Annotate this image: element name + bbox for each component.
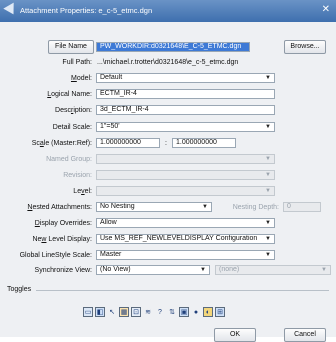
nesting-depth-field[interactable]: 0 xyxy=(283,202,321,212)
synchronize-view-dropdown[interactable]: (No View) ▼ xyxy=(96,265,210,275)
level-dropdown[interactable]: ▼ xyxy=(96,186,275,196)
model-label: Model: xyxy=(70,75,92,82)
display-overrides-value: Allow xyxy=(100,219,117,226)
cancel-button[interactable]: Cancel xyxy=(284,328,326,342)
logical-name-field[interactable]: ECTM_IR-4 xyxy=(96,89,275,99)
model-dropdown[interactable]: Default ▼ xyxy=(96,73,275,83)
new-level-display-value: Use MS_REF_NEWLEVELDISPLAY Configuration xyxy=(100,235,258,242)
chevron-down-icon: ▼ xyxy=(265,220,271,226)
chevron-down-icon: ▼ xyxy=(321,267,327,273)
file-name-field[interactable]: PW_WORKDIR:d0321648\E_C-5_ETMC.dgn xyxy=(96,42,250,52)
toggles-toolbar: ▭ ◧ ↖ ▦ ⊡ ≋ ? ⇅ ▣ ● ◐ ⊞ xyxy=(82,305,226,319)
nested-attachments-label: Nested Attachments: xyxy=(27,204,92,211)
global-linestyle-scale-label: Global LineStyle Scale: xyxy=(19,252,92,259)
raster-icon[interactable]: ▦ xyxy=(119,307,129,317)
toggles-divider xyxy=(36,290,329,291)
chevron-down-icon: ▼ xyxy=(265,156,271,162)
nested-attachments-value: No Nesting xyxy=(100,203,135,210)
scale-separator: : xyxy=(165,140,167,147)
ignore-icon[interactable]: ≋ xyxy=(143,307,153,317)
nesting-depth-label: Nesting Depth: xyxy=(232,204,279,211)
attachment-properties-dialog: Attachment Properties: e_c-5_etmc.dgn ✕ … xyxy=(0,0,336,342)
synchronize-view-value: (No View) xyxy=(100,266,131,273)
chevron-down-icon: ▼ xyxy=(265,75,271,81)
shade-icon[interactable]: ◐ xyxy=(203,307,213,317)
locate-icon[interactable]: ↖ xyxy=(107,307,117,317)
title-bar: Attachment Properties: e_c-5_etmc.dgn ✕ xyxy=(0,0,336,22)
nested-attachments-dropdown[interactable]: No Nesting ▼ xyxy=(96,202,212,212)
global-linestyle-scale-value: Master xyxy=(100,251,122,258)
display-icon[interactable]: ▭ xyxy=(83,307,93,317)
new-level-display-dropdown[interactable]: Use MS_REF_NEWLEVELDISPLAY Configuration… xyxy=(96,234,275,244)
chevron-down-icon: ▼ xyxy=(265,188,271,194)
ok-button[interactable]: OK xyxy=(214,328,256,342)
detail-scale-label: Detail Scale: xyxy=(52,124,92,131)
model-value: Default xyxy=(100,74,123,81)
chevron-down-icon: ▼ xyxy=(265,124,271,130)
synchronize-view-secondary-value: (none) xyxy=(219,266,240,273)
color-icon[interactable]: ● xyxy=(191,307,201,317)
named-group-dropdown[interactable]: ▼ xyxy=(96,154,275,164)
description-label: Description: xyxy=(55,107,92,114)
detail-scale-value: 1"=50' xyxy=(100,123,120,130)
microstation-app-icon xyxy=(3,2,19,18)
synchronize-view-label: Synchronize View: xyxy=(34,267,92,274)
revision-label: Revision: xyxy=(63,172,92,179)
chevron-down-icon: ▼ xyxy=(200,267,206,273)
synchronize-view-secondary-dropdown[interactable]: (none) ▼ xyxy=(215,265,331,275)
scale-ref-field[interactable]: 1.000000000 xyxy=(172,138,236,148)
new-level-display-label: New Level Display: xyxy=(32,236,92,243)
named-group-label: Named Group: xyxy=(46,156,92,163)
truescale-icon[interactable]: ⊞ xyxy=(215,307,225,317)
level-label: Level: xyxy=(73,188,92,195)
file-name-button[interactable]: File Name xyxy=(48,40,94,54)
display-overrides-label: Display Overrides: xyxy=(34,220,92,227)
full-path-value: ...\michael.r.trotter\d0321648\e_c-5_etm… xyxy=(97,59,239,66)
chevron-down-icon: ▼ xyxy=(265,252,271,258)
mask-icon[interactable]: ? xyxy=(155,307,165,317)
boundary-icon[interactable]: ▣ xyxy=(179,307,189,317)
chevron-down-icon: ▼ xyxy=(202,204,208,210)
revision-dropdown[interactable]: ▼ xyxy=(96,170,275,180)
scale-label: Scale (Master:Ref): xyxy=(31,140,92,147)
logical-name-label: Logical Name: xyxy=(47,91,92,98)
clip-icon[interactable]: ⊡ xyxy=(131,307,141,317)
description-field[interactable]: 3d_ECTM_IR-4 xyxy=(96,105,275,115)
chevron-down-icon: ▼ xyxy=(265,236,271,242)
full-path-label: Full Path: xyxy=(62,59,92,66)
global-linestyle-scale-dropdown[interactable]: Master ▼ xyxy=(96,250,275,260)
toggles-label: Toggles xyxy=(7,286,32,293)
browse-button[interactable]: Browse... xyxy=(284,40,326,54)
chevron-down-icon: ▼ xyxy=(265,172,271,178)
snap-icon[interactable]: ◧ xyxy=(95,307,105,317)
detail-scale-dropdown[interactable]: 1"=50' ▼ xyxy=(96,122,275,132)
level-icon[interactable]: ⇅ xyxy=(167,307,177,317)
close-icon[interactable]: ✕ xyxy=(322,4,330,16)
scale-master-field[interactable]: 1.000000000 xyxy=(96,138,160,148)
window-title: Attachment Properties: e_c-5_etmc.dgn xyxy=(20,6,153,15)
display-overrides-dropdown[interactable]: Allow ▼ xyxy=(96,218,275,228)
